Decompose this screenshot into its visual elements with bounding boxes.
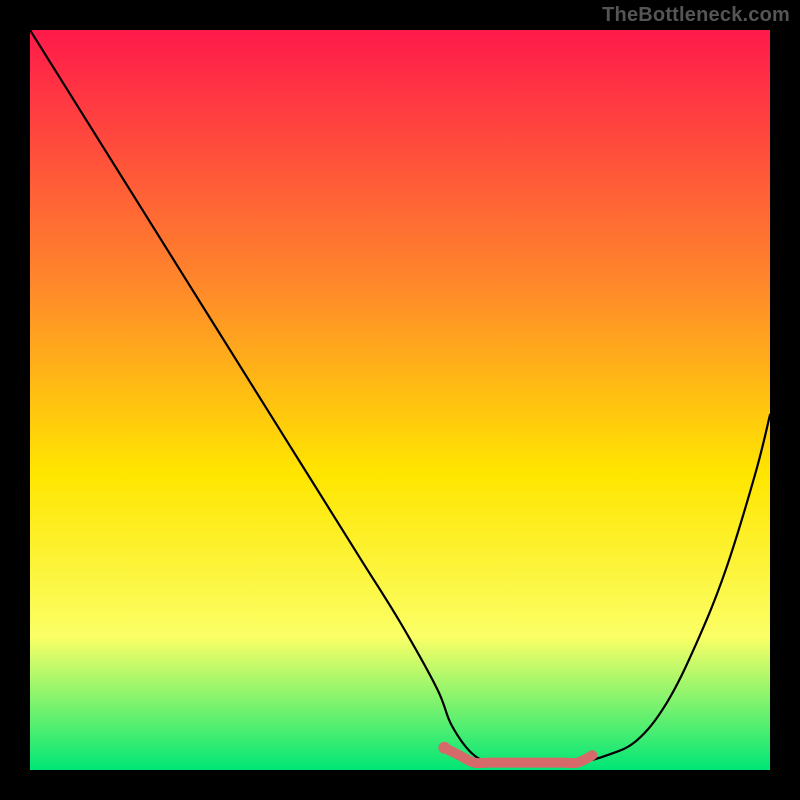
bottleneck-chart	[30, 30, 770, 770]
chart-svg	[30, 30, 770, 770]
optimal-point-marker	[438, 742, 450, 754]
gradient-background	[30, 30, 770, 770]
chart-frame: TheBottleneck.com	[0, 0, 800, 800]
watermark-label: TheBottleneck.com	[602, 4, 790, 27]
